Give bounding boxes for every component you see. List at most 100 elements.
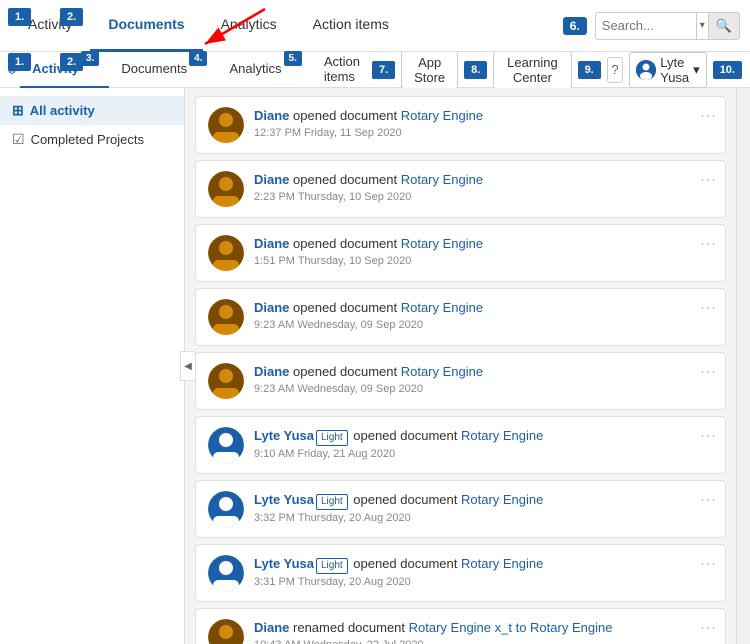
label-5: 5. <box>284 51 302 66</box>
activity-time: 3:32 PM Thursday, 20 Aug 2020 <box>254 512 713 524</box>
activity-item: Diane opened document Rotary Engine 9:23 … <box>195 288 726 346</box>
activity-content: Diane opened document Rotary Engine 1:51 … <box>254 235 713 267</box>
document-link[interactable]: Rotary Engine <box>401 236 483 251</box>
activity-menu-button[interactable]: ··· <box>700 107 717 123</box>
activity-text: Lyte YusaLight opened document Rotary En… <box>254 491 713 510</box>
activity-time: 9:23 AM Wednesday, 09 Sep 2020 <box>254 383 713 395</box>
activity-menu-button[interactable]: ··· <box>700 363 717 379</box>
label-1: 1. <box>8 8 31 26</box>
activity-item: Lyte YusaLight opened document Rotary En… <box>195 416 726 474</box>
user-name: Diane <box>254 236 289 251</box>
scrollbar[interactable] <box>736 88 750 644</box>
activity-menu-button[interactable]: ··· <box>700 555 717 571</box>
tab-documents-second[interactable]: Documents 4. <box>109 52 217 88</box>
search-input[interactable] <box>596 18 696 33</box>
second-navigation: 1. 2. Activity 3. Documents 4. Analytics… <box>0 52 750 88</box>
document-link[interactable]: Rotary Engine <box>401 300 483 315</box>
avatar <box>208 107 244 143</box>
search-button[interactable]: 🔍 <box>708 13 739 39</box>
light-badge: Light <box>316 430 348 446</box>
activity-text: Diane opened document Rotary Engine <box>254 235 713 253</box>
activity-time: 3:31 PM Thursday, 20 Aug 2020 <box>254 576 713 588</box>
label-2: 2. <box>60 8 83 26</box>
user-name: Diane <box>254 364 289 379</box>
user-name: Diane <box>254 620 289 635</box>
user-name: Lyte Yusa <box>254 492 314 507</box>
activity-time: 9:23 AM Wednesday, 09 Sep 2020 <box>254 319 713 331</box>
activity-content: Diane opened document Rotary Engine2:23 … <box>254 171 713 203</box>
activity-menu-button[interactable]: ··· <box>700 299 717 315</box>
search-dropdown-btn[interactable]: ▾ <box>696 13 708 39</box>
document-link[interactable]: Rotary Engine <box>461 492 543 507</box>
activity-text: Diane opened document Rotary Engine <box>254 171 713 189</box>
tab-action-items-top[interactable]: Action items <box>295 0 407 52</box>
top-nav-tabs: Activity Documents Analytics Action item… <box>10 0 563 52</box>
user-name: Diane <box>254 300 289 315</box>
tab-action-items-second[interactable]: Action items <box>312 52 372 88</box>
tab-analytics-top[interactable]: Analytics <box>203 0 295 52</box>
avatar <box>208 299 244 335</box>
sidebar: ⊞ All activity ☑ Completed Projects ◀ <box>0 88 185 644</box>
learning-center-button[interactable]: Learning Center <box>493 51 571 89</box>
activity-content: Lyte YusaLight opened document Rotary En… <box>254 427 713 460</box>
avatar <box>208 555 244 591</box>
check-icon: ☑ <box>12 131 25 148</box>
sidebar-item-completed-projects[interactable]: ☑ Completed Projects <box>0 125 184 154</box>
activity-time: 10:43 AM Wednesday, 22 Jul 2020 <box>254 639 713 644</box>
activity-text: Diane opened document Rotary Engine <box>254 107 713 125</box>
activity-time: 12:37 PM Friday, 11 Sep 2020 <box>254 127 713 139</box>
document-link[interactable]: Rotary Engine <box>461 428 543 443</box>
document-link[interactable]: Rotary Engine <box>401 364 483 379</box>
avatar <box>208 619 244 644</box>
document-link[interactable]: Rotary Engine <box>401 108 483 123</box>
sidebar-collapse-button[interactable]: ◀ <box>180 351 196 381</box>
activity-content: Lyte YusaLight opened document Rotary En… <box>254 491 713 524</box>
activity-content: Lyte YusaLight opened document Rotary En… <box>254 555 713 588</box>
help-button[interactable]: ? <box>607 57 623 83</box>
top-navigation: 1. 2. Activity Documents Analytics Actio… <box>0 0 750 52</box>
activity-menu-button[interactable]: ··· <box>700 619 717 635</box>
activity-time: 9:10 AM Friday, 21 Aug 2020 <box>254 448 713 460</box>
activity-time: 1:51 PM Thursday, 10 Sep 2020 <box>254 255 713 267</box>
activity-item: Lyte YusaLight opened document Rotary En… <box>195 480 726 538</box>
user-menu-button[interactable]: Lyte Yusa ▾ <box>629 52 706 88</box>
document-link[interactable]: Rotary Engine <box>461 556 543 571</box>
label-7: 7. <box>372 61 395 79</box>
activity-menu-button[interactable]: ··· <box>700 235 717 251</box>
sidebar-item-all-activity[interactable]: ⊞ All activity <box>0 96 184 125</box>
activity-content: Diane opened document Rotary Engine 12:37… <box>254 107 713 139</box>
label-3: 3. <box>81 51 99 66</box>
activity-item: Diane opened document Rotary Engine 1:51 … <box>195 224 726 282</box>
document-link[interactable]: Rotary Engine <box>401 172 483 187</box>
activity-text: Lyte YusaLight opened document Rotary En… <box>254 555 713 574</box>
label-10: 10. <box>713 61 742 79</box>
chevron-down-icon: ▾ <box>693 62 700 78</box>
tab-analytics-second[interactable]: Analytics 5. <box>217 52 311 88</box>
activity-item: Diane opened document Rotary Engine2:23 … <box>195 160 726 218</box>
label-8: 8. <box>464 61 487 79</box>
avatar <box>208 171 244 207</box>
top-nav-right: 6. ▾ 🔍 <box>563 12 740 40</box>
activity-text: Diane opened document Rotary Engine <box>254 363 713 381</box>
app-store-button[interactable]: App Store <box>401 51 458 89</box>
activity-text: Diane opened document Rotary Engine <box>254 299 713 317</box>
label-1b: 1. <box>8 53 31 71</box>
activity-menu-button[interactable]: ··· <box>700 427 717 443</box>
search-box[interactable]: ▾ 🔍 <box>595 12 740 40</box>
activity-item: Diane opened document Rotary Engine 12:37… <box>195 96 726 154</box>
avatar <box>208 235 244 271</box>
badge-6: 6. <box>563 17 587 35</box>
activity-menu-button[interactable]: ··· <box>700 491 717 507</box>
label-4: 4. <box>189 51 207 66</box>
second-nav-right: 7. App Store 8. Learning Center 9. ? Lyt… <box>372 51 742 89</box>
avatar <box>208 363 244 399</box>
user-name: Diane <box>254 108 289 123</box>
activity-content: Diane opened document Rotary Engine 9:23 … <box>254 363 713 395</box>
activity-item: Lyte YusaLight opened document Rotary En… <box>195 544 726 602</box>
user-name: Lyte Yusa <box>254 428 314 443</box>
light-badge: Light <box>316 494 348 510</box>
main-area: ⊞ All activity ☑ Completed Projects ◀ Di… <box>0 88 750 644</box>
avatar <box>636 60 656 80</box>
tab-documents-top[interactable]: Documents <box>90 0 202 52</box>
activity-menu-button[interactable]: ··· <box>700 171 717 187</box>
